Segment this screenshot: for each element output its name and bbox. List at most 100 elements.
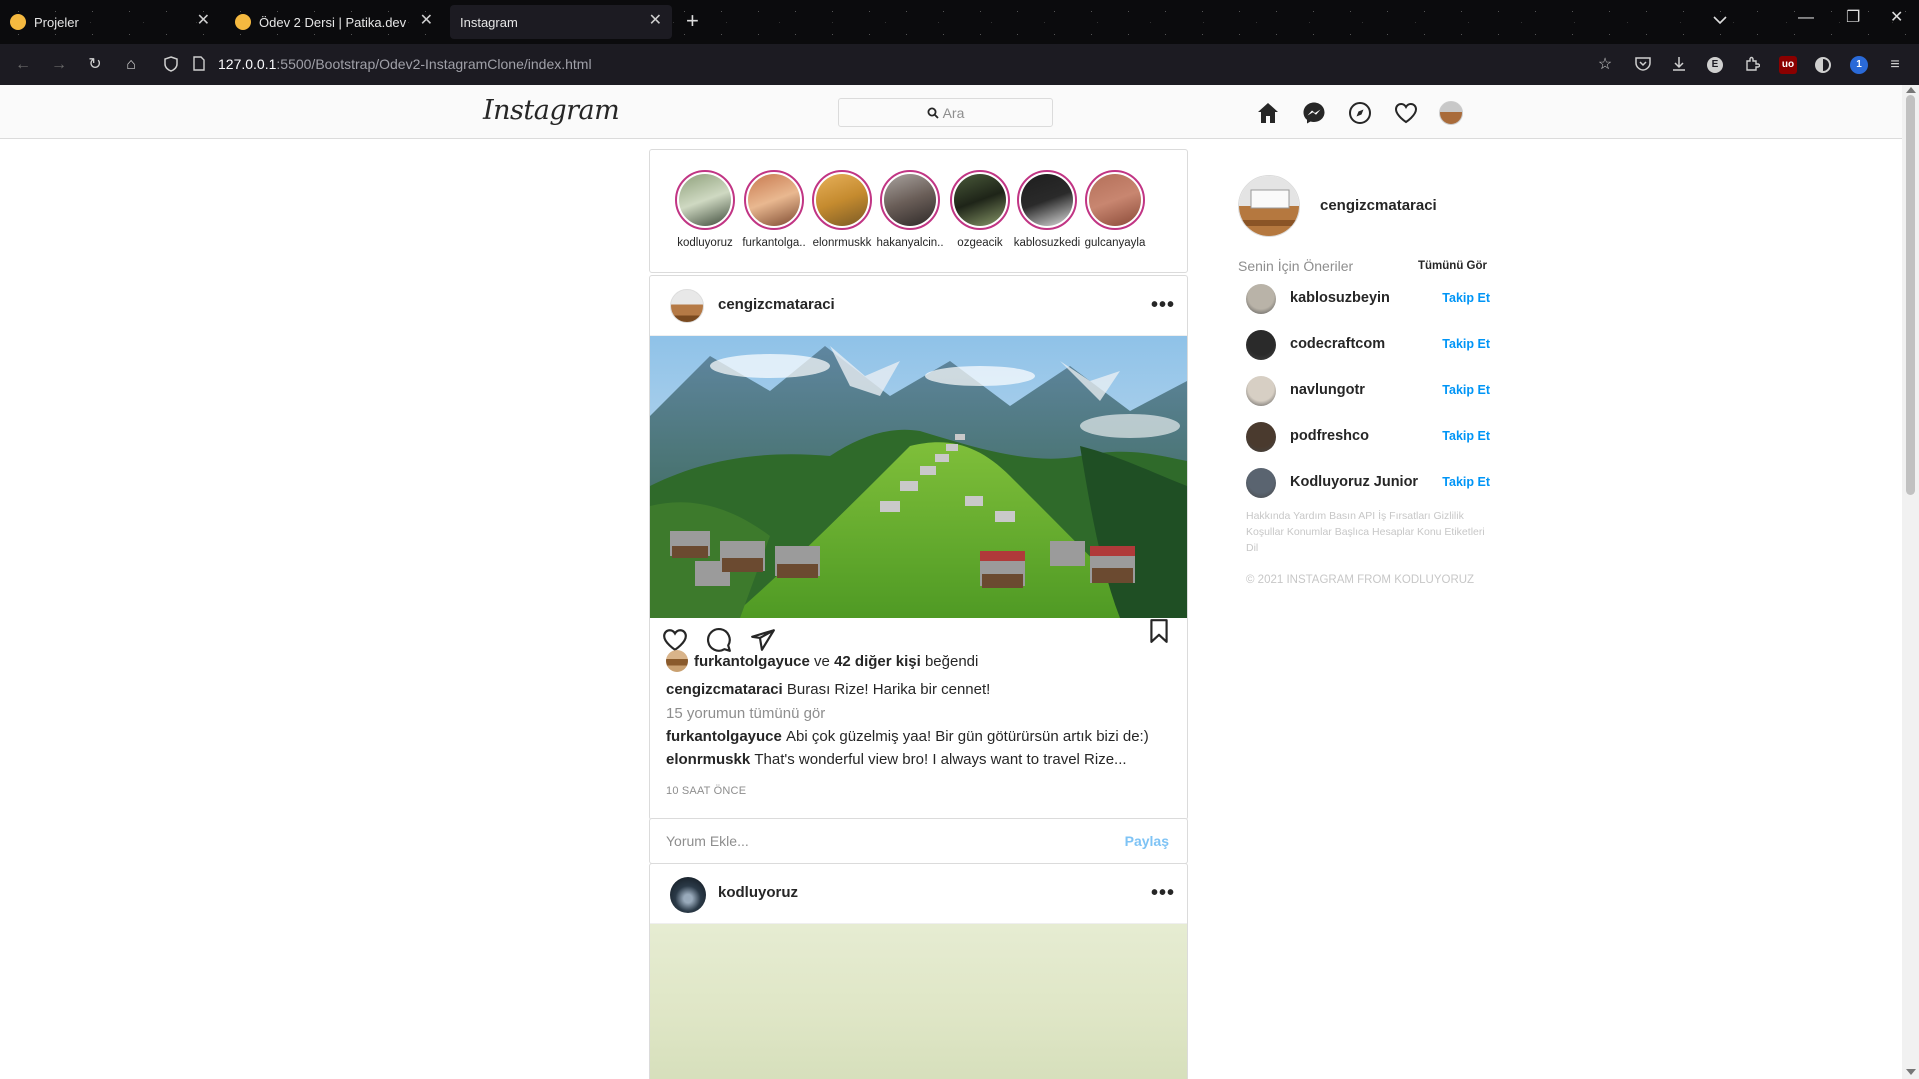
extensions-puzzle-icon[interactable] [1743, 56, 1761, 74]
follow-button[interactable]: Takip Et [1442, 429, 1490, 443]
story-item[interactable]: ozgeacik [943, 170, 1017, 249]
save-bookmark-icon[interactable] [1147, 618, 1171, 644]
footer-links[interactable]: Hakkında Yardım Basın API İş Fırsatları … [1246, 508, 1486, 556]
comment-username[interactable]: furkantolgayuce [666, 728, 782, 745]
story-avatar [1089, 174, 1141, 226]
instagram-logo[interactable]: Instagram [483, 95, 620, 126]
shield-icon[interactable] [162, 56, 180, 74]
story-avatar [1021, 174, 1073, 226]
post-card: kodluyoruz ••• [649, 863, 1188, 1079]
post-author-avatar[interactable] [670, 289, 704, 323]
follow-button[interactable]: Takip Et [1442, 291, 1490, 305]
story-item[interactable]: elonrmuskk [805, 170, 879, 249]
suggestion-avatar[interactable] [1246, 284, 1276, 314]
home-icon[interactable]: ⌂ [122, 56, 140, 74]
suggestion-row: kablosuzbeyin Takip Et [1246, 281, 1490, 317]
story-item[interactable]: hakanyalcin.. [873, 170, 947, 249]
messenger-icon[interactable] [1302, 101, 1326, 125]
list-all-tabs-icon[interactable] [1713, 12, 1727, 28]
post-image[interactable] [650, 924, 1187, 1079]
scroll-up-icon[interactable] [1906, 87, 1916, 93]
more-options-icon[interactable]: ••• [1151, 295, 1175, 315]
story-username: ozgeacik [957, 237, 1003, 249]
suggestion-avatar[interactable] [1246, 468, 1276, 498]
minimize-icon[interactable]: — [1798, 10, 1814, 26]
follow-button[interactable]: Takip Et [1442, 383, 1490, 397]
home-icon[interactable] [1256, 101, 1280, 125]
search-input[interactable]: Ara [838, 98, 1053, 127]
suggestion-row: Kodluyoruz Junior Takip Et [1246, 465, 1490, 501]
comment-row: elonrmuskk That's wonderful view bro! I … [666, 751, 1127, 768]
liker-username[interactable]: furkantolgayuce [694, 653, 810, 670]
likes-and: ve [814, 652, 830, 670]
see-all-link[interactable]: Tümünü Gör [1418, 260, 1487, 272]
story-item[interactable]: kablosuzkedi [1010, 170, 1084, 249]
post-author-username[interactable]: kodluyoruz [718, 884, 798, 901]
scrollbar[interactable] [1902, 85, 1919, 1079]
reload-icon[interactable]: ↻ [86, 56, 104, 74]
profile-avatar[interactable] [1439, 101, 1463, 125]
post-header: cengizcmataraci ••• [650, 276, 1187, 336]
post-author-username[interactable]: cengizcmataraci [718, 296, 835, 313]
tab-patika[interactable]: Ödev 2 Dersi | Patika.dev ✕ [225, 5, 443, 39]
current-user-avatar[interactable] [1238, 175, 1300, 237]
likes-suffix: beğendi [924, 652, 979, 670]
suggestion-avatar[interactable] [1246, 376, 1276, 406]
tab-close-icon[interactable]: ✕ [420, 13, 433, 29]
activity-heart-icon[interactable] [1394, 101, 1418, 125]
more-options-icon[interactable]: ••• [1151, 883, 1175, 903]
bookmark-star-icon[interactable]: ☆ [1596, 56, 1614, 74]
post-timestamp[interactable]: 10 SAAT ÖNCE [666, 785, 746, 797]
post-author-avatar[interactable] [670, 877, 706, 913]
comment-input[interactable]: Yorum Ekle... [666, 833, 749, 849]
tab-close-icon[interactable]: ✕ [649, 13, 662, 29]
pocket-icon[interactable] [1634, 56, 1652, 74]
follow-button[interactable]: Takip Et [1442, 475, 1490, 489]
scrollbar-thumb[interactable] [1906, 95, 1915, 495]
page-info-icon[interactable] [190, 56, 208, 74]
suggestion-avatar[interactable] [1246, 422, 1276, 452]
story-username: elonrmuskk [812, 237, 872, 249]
extension-badge-icon[interactable]: 1 [1850, 56, 1868, 74]
tab-instagram[interactable]: Instagram ✕ [450, 5, 672, 39]
likes-others[interactable]: 42 diğer kişi [834, 653, 921, 670]
add-comment-bar: Yorum Ekle... Paylaş [649, 818, 1188, 864]
story-item[interactable]: gulcanyayla [1078, 170, 1152, 249]
comment-username[interactable]: elonrmuskk [666, 751, 750, 768]
tab-close-icon[interactable]: ✕ [197, 13, 210, 29]
follow-button[interactable]: Takip Et [1442, 337, 1490, 351]
ublock-icon[interactable]: uo [1779, 56, 1797, 74]
suggestion-username[interactable]: podfreshco [1290, 428, 1369, 444]
extension-e-icon[interactable]: E [1707, 57, 1723, 73]
suggestion-avatar[interactable] [1246, 330, 1276, 360]
suggestion-username[interactable]: Kodluyoruz Junior [1290, 474, 1418, 490]
suggestion-row: codecraftcom Takip Et [1246, 327, 1490, 363]
suggestion-username[interactable]: navlungotr [1290, 382, 1365, 398]
menu-hamburger-icon[interactable]: ≡ [1886, 56, 1904, 74]
view-all-comments-link[interactable]: 15 yorumun tümünü gör [666, 705, 825, 722]
post-comment-button[interactable]: Paylaş [1125, 833, 1169, 849]
caption-username[interactable]: cengizcmataraci [666, 681, 783, 698]
story-avatar [748, 174, 800, 226]
story-item[interactable]: furkantolga.. [737, 170, 811, 249]
suggestion-username[interactable]: kablosuzbeyin [1290, 290, 1390, 306]
new-tab-icon[interactable]: + [686, 10, 699, 32]
restore-icon[interactable]: ❐ [1846, 10, 1860, 26]
story-avatar [954, 174, 1006, 226]
back-icon[interactable]: ← [14, 56, 32, 74]
current-user-username[interactable]: cengizcmataraci [1320, 197, 1437, 214]
dark-reader-icon[interactable] [1815, 57, 1831, 73]
suggestion-username[interactable]: codecraftcom [1290, 336, 1385, 352]
window-close-icon[interactable]: ✕ [1890, 10, 1903, 26]
address-bar[interactable]: 127.0.0.1:5500/Bootstrap/Odev2-Instagram… [218, 56, 592, 72]
tab-title: Ödev 2 Dersi | Patika.dev [259, 14, 407, 30]
explore-compass-icon[interactable] [1348, 101, 1372, 125]
post-image[interactable] [650, 336, 1187, 618]
scroll-down-icon[interactable] [1906, 1069, 1916, 1075]
downloads-icon[interactable] [1670, 56, 1688, 74]
tab-projeler[interactable]: Projeler ✕ [0, 5, 220, 39]
liker-avatar[interactable] [666, 650, 688, 672]
forward-icon[interactable]: → [50, 56, 68, 74]
story-item[interactable]: kodluyoruz [668, 170, 742, 249]
search-placeholder: Ara [942, 104, 965, 121]
